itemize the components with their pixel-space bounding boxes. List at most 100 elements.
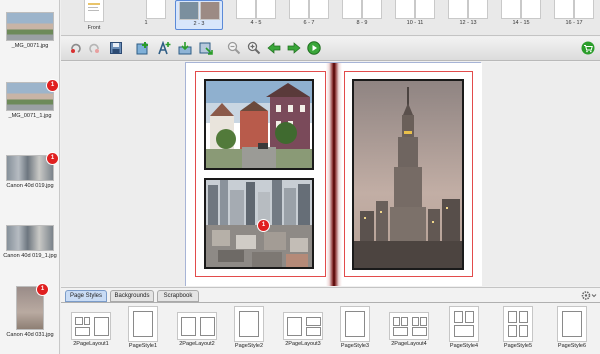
usage-count-badge: 1: [47, 80, 58, 91]
page-thumbnail: [554, 0, 574, 19]
add-photo-icon[interactable]: [136, 41, 150, 55]
layout-placeholder: [345, 311, 365, 337]
layout-placeholder: [239, 311, 259, 337]
page-thumbnail: [395, 0, 415, 19]
library-photo-item[interactable]: 1 Canon 40d 031.jpg: [0, 284, 59, 339]
filmstrip-page-6-7[interactable]: 6 - 7: [287, 0, 331, 30]
page-thumbnail: [84, 0, 104, 22]
right-page[interactable]: [342, 63, 482, 286]
prev-page-icon[interactable]: [267, 41, 281, 55]
zoom-in-icon[interactable]: [247, 41, 261, 55]
photo-thumbnail: [6, 225, 54, 251]
page-style-item[interactable]: PageStyle4: [441, 306, 487, 350]
photo-filename: Canon 40d 019_1.jpg: [3, 253, 57, 259]
play-icon[interactable]: [307, 41, 321, 55]
library-photo-item[interactable]: _MG_0071.jpg: [0, 12, 59, 50]
style-label: PageStyle5: [503, 343, 533, 349]
layout-placeholder: [200, 317, 215, 336]
cart-icon[interactable]: [581, 41, 595, 55]
page-style-item[interactable]: 2PageLayout1: [67, 306, 115, 348]
filmstrip-label: 10 - 11: [406, 20, 424, 26]
filmstrip-page-14-15[interactable]: 14 - 15: [499, 0, 543, 30]
tab-scrapbook[interactable]: Scrapbook: [157, 290, 199, 302]
layout-placeholder: [306, 317, 321, 326]
library-photo-item[interactable]: 1 Canon 40d 019.jpg: [0, 153, 59, 190]
style-thumbnail: [557, 306, 587, 342]
tab-backgrounds[interactable]: Backgrounds: [110, 290, 154, 302]
style-thumbnail: [177, 312, 217, 340]
page-thumbnail: [362, 0, 382, 19]
style-thumbnail: [234, 306, 264, 342]
page-style-item[interactable]: 2PageLayout4: [385, 306, 433, 348]
style-thumbnail: [283, 312, 323, 340]
usage-count-badge: 1: [47, 153, 58, 164]
page-thumbnail: [200, 2, 220, 20]
layout-placeholder: [454, 311, 463, 323]
page-style-item[interactable]: 2PageLayout2: [173, 306, 221, 348]
style-label: PageStyle6: [557, 343, 587, 349]
tab-page-styles[interactable]: Page Styles: [65, 290, 107, 302]
import-icon[interactable]: [178, 41, 192, 55]
page-style-item[interactable]: PageStyle5: [495, 306, 541, 350]
page-style-item[interactable]: PageStyle3: [335, 306, 375, 350]
filmstrip-label: 12 - 13: [459, 20, 477, 26]
photo-filename: _MG_0071_1.jpg: [8, 113, 52, 119]
style-thumbnail: [128, 306, 158, 342]
city-rooftops-photo[interactable]: 1: [204, 178, 314, 269]
page-thumbnail: [415, 0, 435, 19]
page-thumbnail: [236, 0, 256, 19]
left-page[interactable]: 1: [186, 63, 334, 286]
filmstrip-page-16-17[interactable]: 16 - 17: [552, 0, 596, 30]
next-page-icon[interactable]: [287, 41, 301, 55]
tab-divider: [61, 302, 600, 303]
two-page-spread: 1: [185, 62, 482, 286]
filmstrip-label: 4 - 5: [250, 20, 262, 26]
layout-placeholder: [508, 311, 517, 323]
layout-placeholder: [75, 327, 90, 336]
layout-placeholder: [454, 325, 474, 337]
photo-filename: Canon 40d 019.jpg: [6, 183, 54, 189]
filmstrip-label: 8 - 9: [356, 20, 368, 26]
page-thumbnail: [289, 0, 309, 19]
filmstrip-page-4-5[interactable]: 4 - 5: [234, 0, 278, 30]
filmstrip-page-1[interactable]: 1: [124, 0, 168, 30]
style-label: 2PageLayout2: [179, 341, 215, 347]
export-icon[interactable]: [199, 41, 213, 55]
empire-state-photo[interactable]: [352, 79, 464, 270]
filmstrip-label: 16 - 17: [565, 20, 583, 26]
photo-filename: Canon 40d 031.jpg: [6, 332, 54, 338]
layout-placeholder: [465, 311, 474, 323]
filmstrip-page-front[interactable]: Front: [79, 0, 109, 35]
filmstrip-page-8-9[interactable]: 8 - 9: [340, 0, 384, 30]
filmstrip-page-12-13[interactable]: 12 - 13: [446, 0, 490, 30]
page-style-item[interactable]: PageStyle6: [549, 306, 595, 350]
save-icon[interactable]: [109, 41, 123, 55]
library-photo-item[interactable]: 1 _MG_0071_1.jpg: [0, 80, 59, 120]
page-style-item[interactable]: 2PageLayout3: [279, 306, 327, 348]
style-label: PageStyle1: [128, 343, 158, 349]
page-style-item[interactable]: PageStyle1: [123, 306, 163, 350]
library-photo-item[interactable]: Canon 40d 019_1.jpg: [0, 225, 59, 260]
filmstrip-page-10-11[interactable]: 10 - 11: [393, 0, 437, 30]
page-thumbnail: [309, 0, 329, 19]
filmstrip-page-2-3[interactable]: 2 - 3: [175, 0, 223, 30]
layout-placeholder: [412, 317, 419, 326]
add-text-icon[interactable]: [157, 41, 171, 55]
layout-placeholder: [84, 317, 90, 325]
panel-settings-gear-icon[interactable]: [581, 290, 597, 301]
layout-placeholder: [393, 327, 408, 336]
cover-text-line: [88, 7, 98, 8]
page-style-item[interactable]: PageStyle2: [229, 306, 269, 350]
filmstrip-label: Front: [87, 25, 101, 31]
book-spine: [326, 63, 342, 286]
undo-icon[interactable]: [69, 41, 83, 55]
houses-street-photo[interactable]: [204, 79, 314, 170]
layout-placeholder: [393, 317, 400, 326]
style-label: PageStyle3: [340, 343, 370, 349]
zoom-out-icon[interactable]: [227, 41, 241, 55]
photo-thumbnail: [6, 12, 54, 41]
page-thumbnail: [501, 0, 521, 19]
layout-placeholder: [401, 317, 408, 326]
photo-book-app: _MG_0071.jpg 1 _MG_0071_1.jpg 1 Canon 40…: [0, 0, 600, 354]
redo-icon[interactable]: [87, 41, 101, 55]
